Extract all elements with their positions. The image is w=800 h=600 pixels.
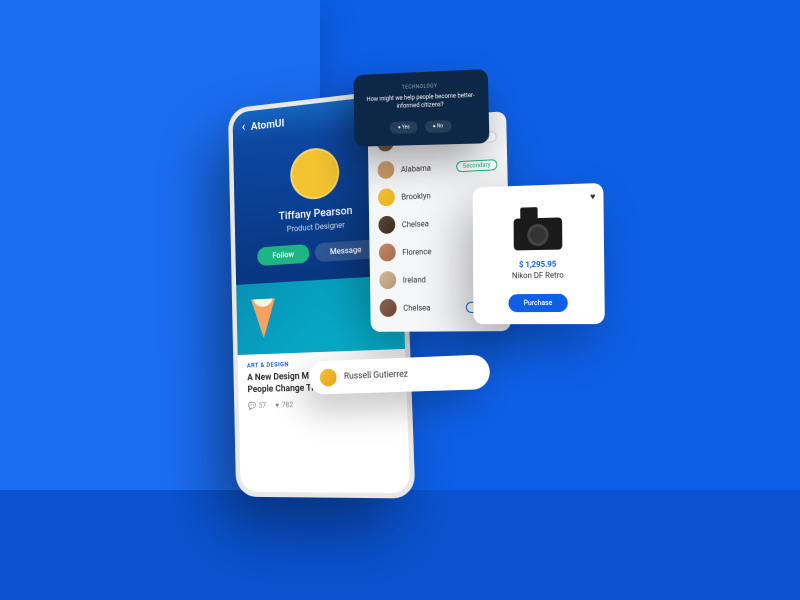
tag-secondary: Secondary — [456, 159, 498, 172]
back-icon[interactable]: ‹ — [241, 119, 245, 135]
poll-question: How might we help people become better-i… — [365, 92, 477, 113]
chip-avatar — [320, 368, 337, 386]
poll-yes-button[interactable]: ● Yes — [390, 121, 417, 134]
avatar — [379, 243, 396, 261]
profile-avatar[interactable] — [289, 146, 339, 201]
comments-count: 💬 57 — [248, 402, 266, 410]
background-shelf — [0, 490, 800, 600]
cone-icon — [251, 298, 276, 338]
article-meta: 💬 57 ♥ 782 — [248, 399, 397, 410]
app-title: AtomUI — [251, 116, 285, 132]
poll-card: TECHNOLOGY How might we help people beco… — [353, 69, 489, 147]
purchase-button[interactable]: Purchase — [508, 294, 568, 312]
poll-actions: ● Yes ● No — [365, 119, 477, 134]
follow-button[interactable]: Follow — [257, 244, 309, 266]
chip-name: Russell Gutierrez — [344, 370, 408, 382]
product-card: ♥ $ 1,295.95 Nikon DF Retro Purchase — [473, 183, 605, 324]
avatar — [379, 271, 396, 289]
product-price: $ 1,295.95 — [484, 259, 592, 270]
poll-no-button[interactable]: ● No — [425, 120, 451, 133]
favorite-icon[interactable]: ♥ — [590, 191, 595, 202]
user-chip[interactable]: Russell Gutierrez — [309, 354, 490, 395]
product-name: Nikon DF Retro — [484, 270, 592, 280]
avatar — [380, 299, 397, 317]
avatar — [378, 216, 395, 234]
avatar — [378, 188, 395, 206]
camera-icon — [527, 224, 549, 246]
list-name: Alabama — [401, 162, 449, 173]
list-name: Chelsea — [403, 302, 459, 312]
poll-category: TECHNOLOGY — [365, 82, 476, 93]
message-button[interactable]: Message — [315, 239, 378, 262]
product-image — [508, 204, 567, 250]
avatar — [377, 161, 394, 179]
likes-count: ♥ 782 — [275, 401, 293, 409]
